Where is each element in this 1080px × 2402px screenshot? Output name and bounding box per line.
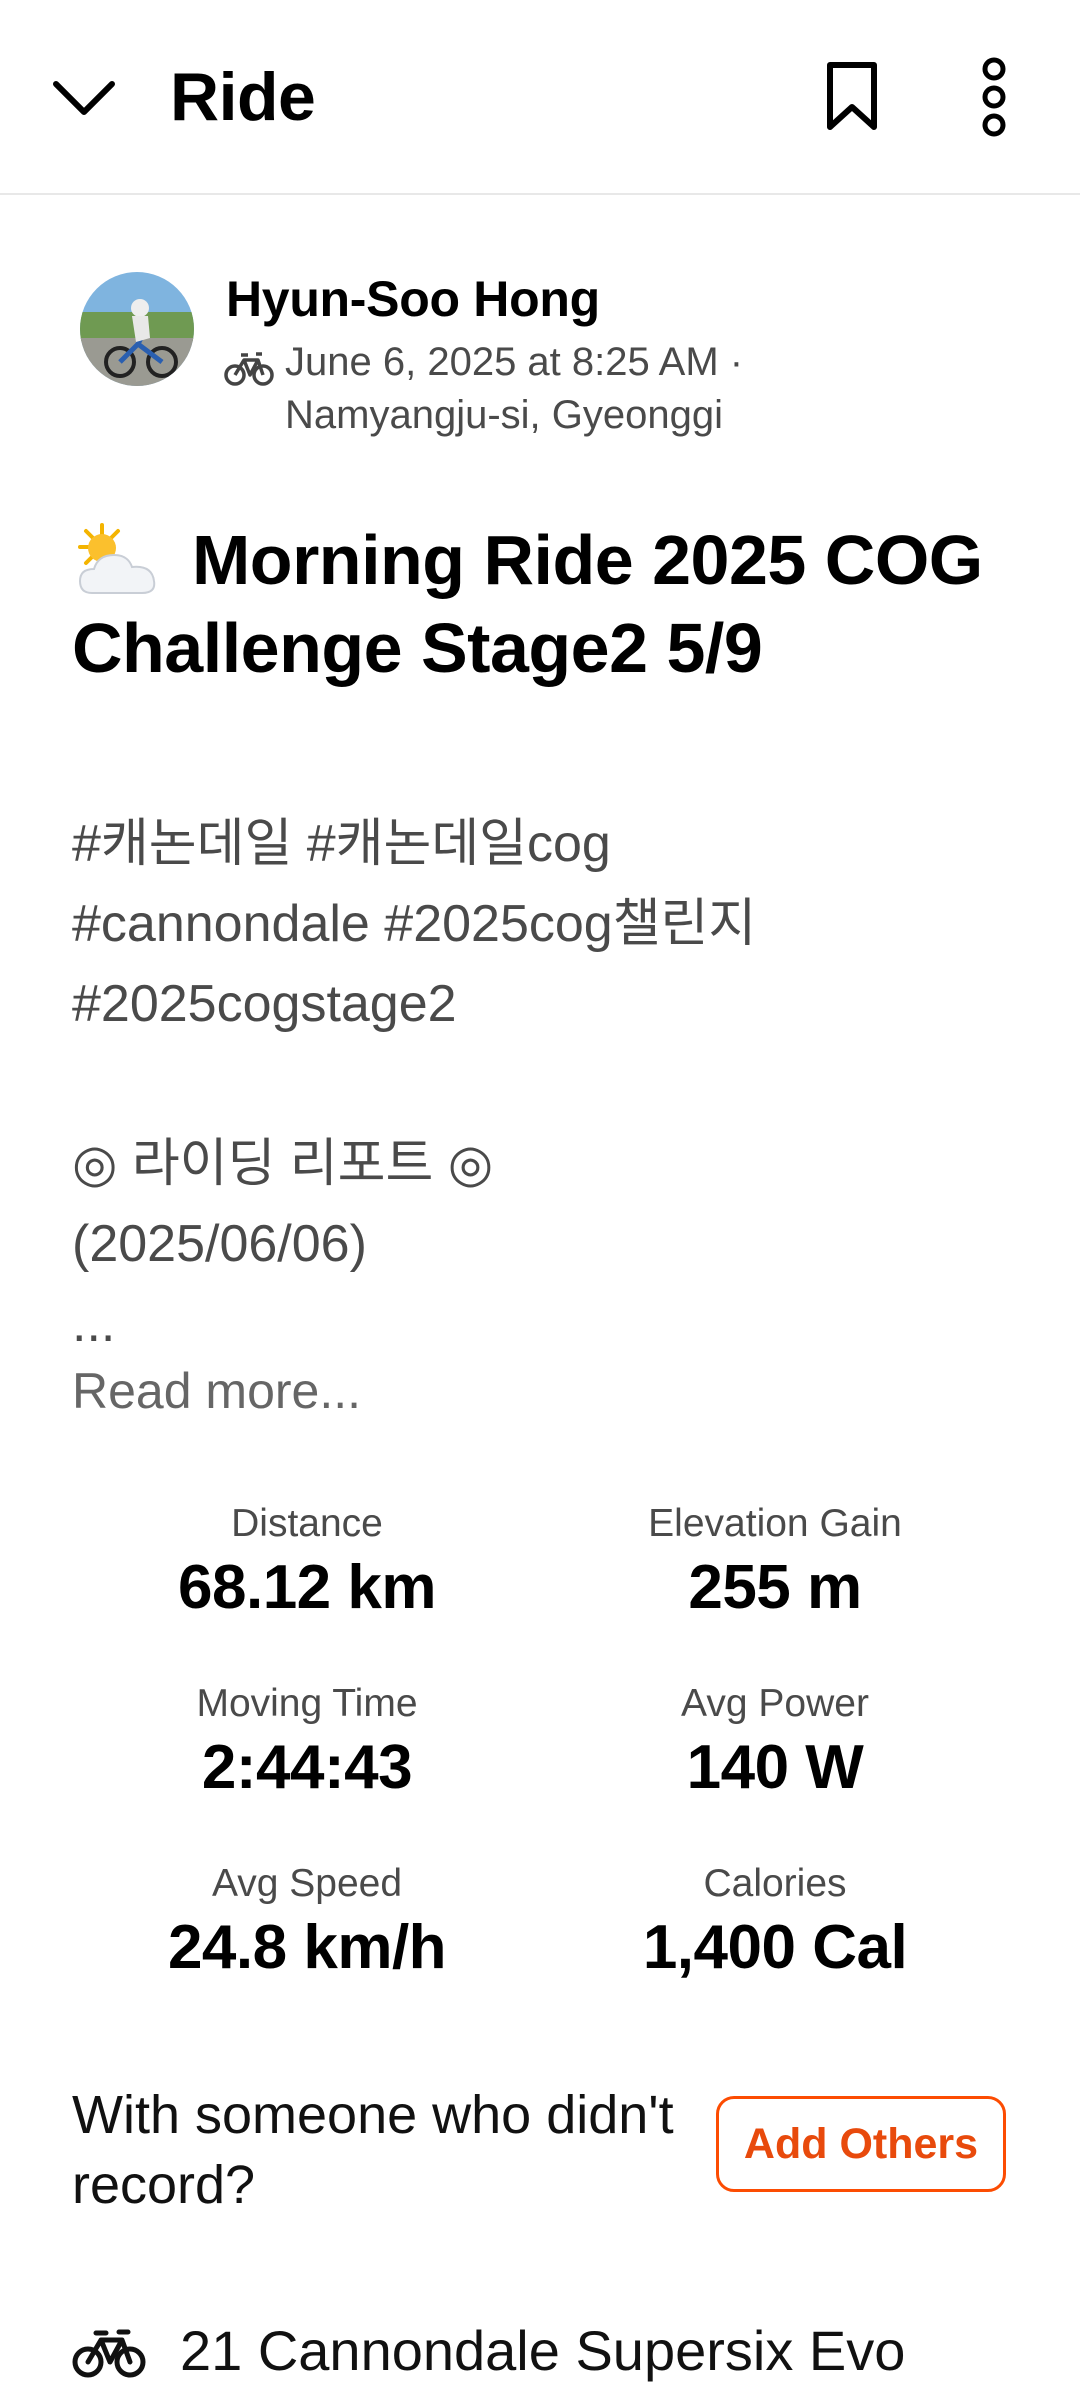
activity-title-text: Morning Ride 2025 COG Challenge Stage2 5… — [72, 521, 983, 687]
more-vertical-icon[interactable] — [962, 52, 1026, 142]
stat-moving-time: Moving Time 2:44:43 — [72, 1682, 542, 1803]
stat-label: Distance — [231, 1502, 383, 1545]
stat-value: 140 W — [686, 1733, 864, 1802]
stat-label: Moving Time — [196, 1682, 418, 1725]
activity-datetime: June 6, 2025 at 8:25 AM · — [285, 340, 744, 384]
gear-name[interactable]: 21 Cannondale Supersix Evo — [180, 2318, 905, 2383]
stat-label: Elevation Gain — [648, 1502, 902, 1545]
bike-icon — [72, 2324, 146, 2380]
activity-title: Morning Ride 2025 COG Challenge Stage2 5… — [72, 516, 1012, 692]
stat-value: 24.8 km/h — [167, 1913, 447, 1982]
read-more-link[interactable]: Read more... — [72, 1362, 361, 1420]
add-others-prompt: With someone who didn't record? — [72, 2085, 674, 2215]
chevron-down-icon[interactable] — [48, 62, 120, 134]
stat-calories: Calories 1,400 Cal — [540, 1862, 1010, 1983]
stat-avg-power: Avg Power 140 W — [540, 1682, 1010, 1803]
stat-label: Avg Speed — [211, 1862, 403, 1905]
bike-icon — [224, 348, 274, 388]
athlete-name[interactable]: Hyun-Soo Hong — [226, 270, 600, 328]
bookmark-icon[interactable] — [816, 56, 888, 138]
stat-distance: Distance 68.12 km — [72, 1502, 542, 1623]
stat-value: 255 m — [688, 1553, 862, 1622]
activity-location: Namyangju-si, Gyeonggi — [285, 393, 723, 437]
page-title: Ride — [170, 59, 316, 135]
stat-elevation-gain: Elevation Gain 255 m — [540, 1502, 1010, 1623]
avatar[interactable] — [80, 272, 194, 386]
stat-label: Calories — [703, 1862, 847, 1905]
stat-label: Avg Power — [681, 1682, 869, 1725]
stat-avg-speed: Avg Speed 24.8 km/h — [72, 1862, 542, 1983]
stat-value: 1,400 Cal — [642, 1913, 908, 1982]
stat-value: 2:44:43 — [201, 1733, 413, 1802]
stat-value: 68.12 km — [178, 1553, 437, 1622]
activity-description: #캐논데일 #캐논데일cog #cannondale #2025cog챌린지 #… — [72, 815, 757, 1353]
app-header — [0, 0, 1080, 195]
add-others-button[interactable]: Add Others — [716, 2096, 1006, 2192]
